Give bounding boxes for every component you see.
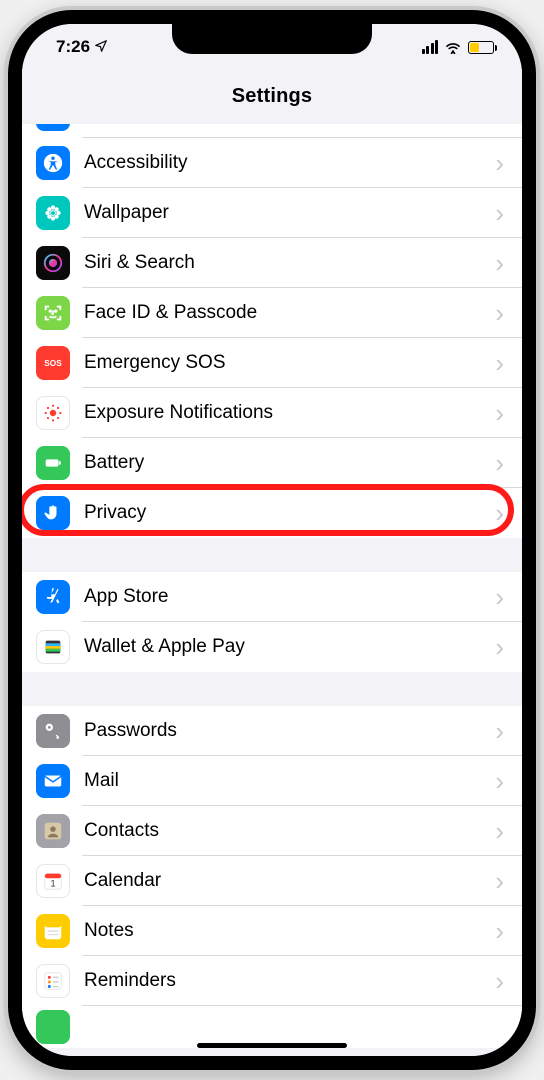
notes-icon (36, 914, 70, 948)
group-separator (22, 672, 522, 706)
exposure-icon (36, 396, 70, 430)
chevron-right-icon: › (495, 582, 504, 613)
settings-row-accessibility[interactable]: Accessibility› (22, 138, 522, 188)
svg-text:1: 1 (50, 879, 55, 889)
contacts-icon (36, 814, 70, 848)
chevron-right-icon: › (495, 916, 504, 947)
row-label: Wallpaper (84, 202, 495, 224)
row-label: Passwords (84, 720, 495, 742)
row-label: Contacts (84, 820, 495, 842)
chevron-right-icon: › (495, 498, 504, 529)
chevron-right-icon: › (495, 248, 504, 279)
row-label: Accessibility (84, 152, 495, 174)
row-label: Notes (84, 920, 495, 942)
settings-row-battery[interactable]: Battery› (22, 438, 522, 488)
nav-header: Settings (22, 70, 522, 124)
row-label: Emergency SOS (84, 352, 495, 374)
row-label: Calendar (84, 870, 495, 892)
phone-frame: 7:26 Settings Accessibility›Wallpaper›Si… (8, 10, 536, 1070)
flower-icon (36, 196, 70, 230)
settings-group: Accessibility›Wallpaper›Siri & Search›Fa… (22, 124, 522, 538)
settings-row-appstore[interactable]: App Store› (22, 572, 522, 622)
wallet-icon (36, 630, 70, 664)
chevron-right-icon: › (495, 816, 504, 847)
settings-row-partial-bottom (22, 1006, 522, 1048)
group-separator (22, 538, 522, 572)
settings-row-mail[interactable]: Mail› (22, 756, 522, 806)
settings-list[interactable]: Accessibility›Wallpaper›Siri & Search›Fa… (22, 124, 522, 1056)
settings-row-exposure[interactable]: Exposure Notifications› (22, 388, 522, 438)
chevron-right-icon: › (495, 198, 504, 229)
wifi-icon (444, 40, 462, 54)
siri-icon (36, 246, 70, 280)
settings-row-calendar[interactable]: 1 Calendar› (22, 856, 522, 906)
face-icon (36, 296, 70, 330)
settings-group: Passwords›Mail›Contacts›1Calendar›Notes›… (22, 706, 522, 1048)
chevron-right-icon: › (495, 148, 504, 179)
row-label: Privacy (84, 502, 495, 524)
settings-row-contacts[interactable]: Contacts› (22, 806, 522, 856)
svg-text:SOS: SOS (44, 359, 62, 368)
screen: 7:26 Settings Accessibility›Wallpaper›Si… (22, 24, 522, 1056)
row-label: Wallet & Apple Pay (84, 636, 495, 658)
calendar-icon: 1 (36, 864, 70, 898)
status-time: 7:26 (56, 37, 90, 57)
hand-icon (36, 496, 70, 530)
status-left: 7:26 (56, 37, 108, 57)
row-label: Mail (84, 770, 495, 792)
settings-row-notes[interactable]: Notes› (22, 906, 522, 956)
key-icon (36, 714, 70, 748)
chevron-right-icon: › (495, 448, 504, 479)
settings-group: App Store›Wallet & Apple Pay› (22, 572, 522, 672)
chevron-right-icon: › (495, 866, 504, 897)
sos-icon: SOS (36, 346, 70, 380)
settings-row-privacy[interactable]: Privacy› (22, 488, 522, 538)
row-label: App Store (84, 586, 495, 608)
chevron-right-icon: › (495, 766, 504, 797)
chevron-right-icon: › (495, 966, 504, 997)
settings-row-faceid[interactable]: Face ID & Passcode› (22, 288, 522, 338)
row-label: Battery (84, 452, 495, 474)
reminders-icon (36, 964, 70, 998)
mail-icon (36, 764, 70, 798)
settings-row-reminders[interactable]: Reminders› (22, 956, 522, 1006)
row-label: Face ID & Passcode (84, 302, 495, 324)
battery-icon (468, 41, 494, 54)
settings-row-siri[interactable]: Siri & Search› (22, 238, 522, 288)
home-indicator[interactable] (197, 1043, 347, 1048)
settings-row-passwords[interactable]: Passwords› (22, 706, 522, 756)
blue-partial (36, 124, 70, 131)
row-label: Reminders (84, 970, 495, 992)
chevron-right-icon: › (495, 298, 504, 329)
settings-row-partial-top (22, 124, 522, 138)
appstore-icon (36, 580, 70, 614)
chevron-right-icon: › (495, 716, 504, 747)
blank-icon (36, 1010, 70, 1044)
accessibility-icon (36, 146, 70, 180)
chevron-right-icon: › (495, 348, 504, 379)
settings-row-sos[interactable]: SOS Emergency SOS› (22, 338, 522, 388)
settings-row-wallpaper[interactable]: Wallpaper› (22, 188, 522, 238)
battery-icon (36, 446, 70, 480)
row-label: Siri & Search (84, 252, 495, 274)
location-icon (94, 39, 108, 56)
notch (172, 22, 372, 54)
cellular-icon (422, 40, 439, 54)
status-right (422, 40, 495, 54)
row-label: Exposure Notifications (84, 402, 495, 424)
settings-row-wallet[interactable]: Wallet & Apple Pay› (22, 622, 522, 672)
chevron-right-icon: › (495, 398, 504, 429)
page-title: Settings (232, 85, 313, 108)
chevron-right-icon: › (495, 632, 504, 663)
